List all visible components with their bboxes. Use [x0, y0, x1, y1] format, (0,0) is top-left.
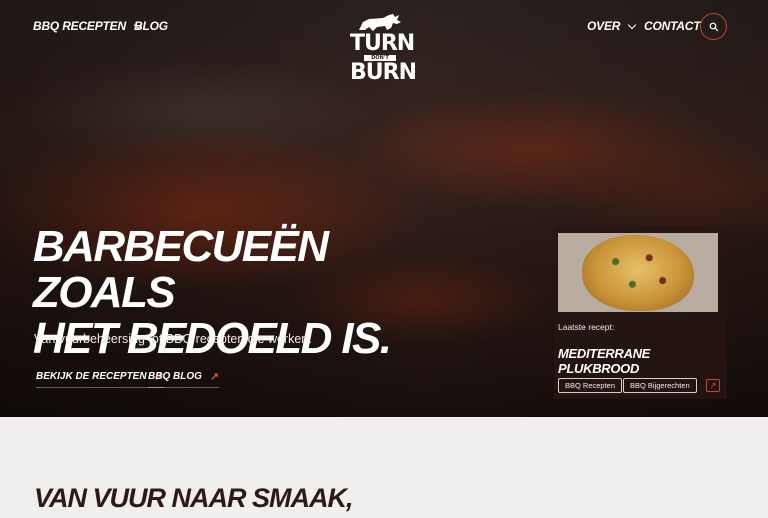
latest-recipe-label: Laatste recept:: [558, 322, 615, 332]
intro-section: VAN VUUR NAAR SMAAK,: [0, 417, 768, 518]
nav-over[interactable]: OVER: [587, 19, 637, 33]
hero-headline-line-1: BARBECUEËN ZOALS: [33, 222, 329, 317]
nav-blog[interactable]: BLOG: [134, 19, 168, 33]
section-title: VAN VUUR NAAR SMAAK,: [34, 483, 354, 513]
bread-image: [582, 235, 694, 311]
tag-bbq-bijgerechten[interactable]: BBQ Bijgerechten: [623, 378, 697, 393]
nav-blog-label: BLOG: [134, 19, 168, 33]
search-button[interactable]: [700, 13, 727, 40]
nav-bbq-recepten[interactable]: BBQ RECEPTEN: [33, 19, 143, 33]
nav-bbq-recepten-label: BBQ RECEPTEN: [33, 19, 126, 33]
tag-bbq-recepten[interactable]: BBQ Recepten: [558, 378, 623, 393]
cta-bbq-blog[interactable]: BBQ BLOG ↗: [148, 370, 220, 388]
chevron-down-icon: [627, 20, 637, 29]
logo-text-turn: TURN: [350, 31, 415, 56]
hero-section: BBQ RECEPTEN BLOG OVER CONTACT TURN DON'…: [0, 0, 768, 417]
hero-subtitle: Van vuurbeheersing tot BBQ recepten die …: [34, 332, 312, 346]
cta-bekijk-recepten[interactable]: BEKIJK DE RECEPTEN ↗: [36, 370, 164, 388]
nav-contact[interactable]: CONTACT: [644, 19, 701, 33]
logo-text-burn: BURN: [350, 60, 417, 85]
latest-recipe-title[interactable]: MEDITERRANE PLUKBROOD: [558, 346, 727, 376]
nav-over-label: OVER: [587, 19, 621, 33]
site-logo[interactable]: TURN DON'T BURN: [350, 12, 417, 102]
arrow-up-right-icon: ↗: [709, 381, 717, 390]
cta-bbq-blog-label: BBQ BLOG: [148, 371, 202, 382]
latest-recipe-card[interactable]: Laatste recept: MEDITERRANE PLUKBROOD BB…: [554, 226, 727, 399]
cta-bekijk-recepten-label: BEKIJK DE RECEPTEN: [36, 371, 147, 382]
arrow-up-right-icon: ↗: [209, 371, 220, 383]
search-icon: [709, 22, 718, 31]
nav-contact-label: CONTACT: [644, 19, 701, 33]
recipe-image: [558, 233, 718, 312]
open-recipe-button[interactable]: ↗: [706, 379, 720, 392]
